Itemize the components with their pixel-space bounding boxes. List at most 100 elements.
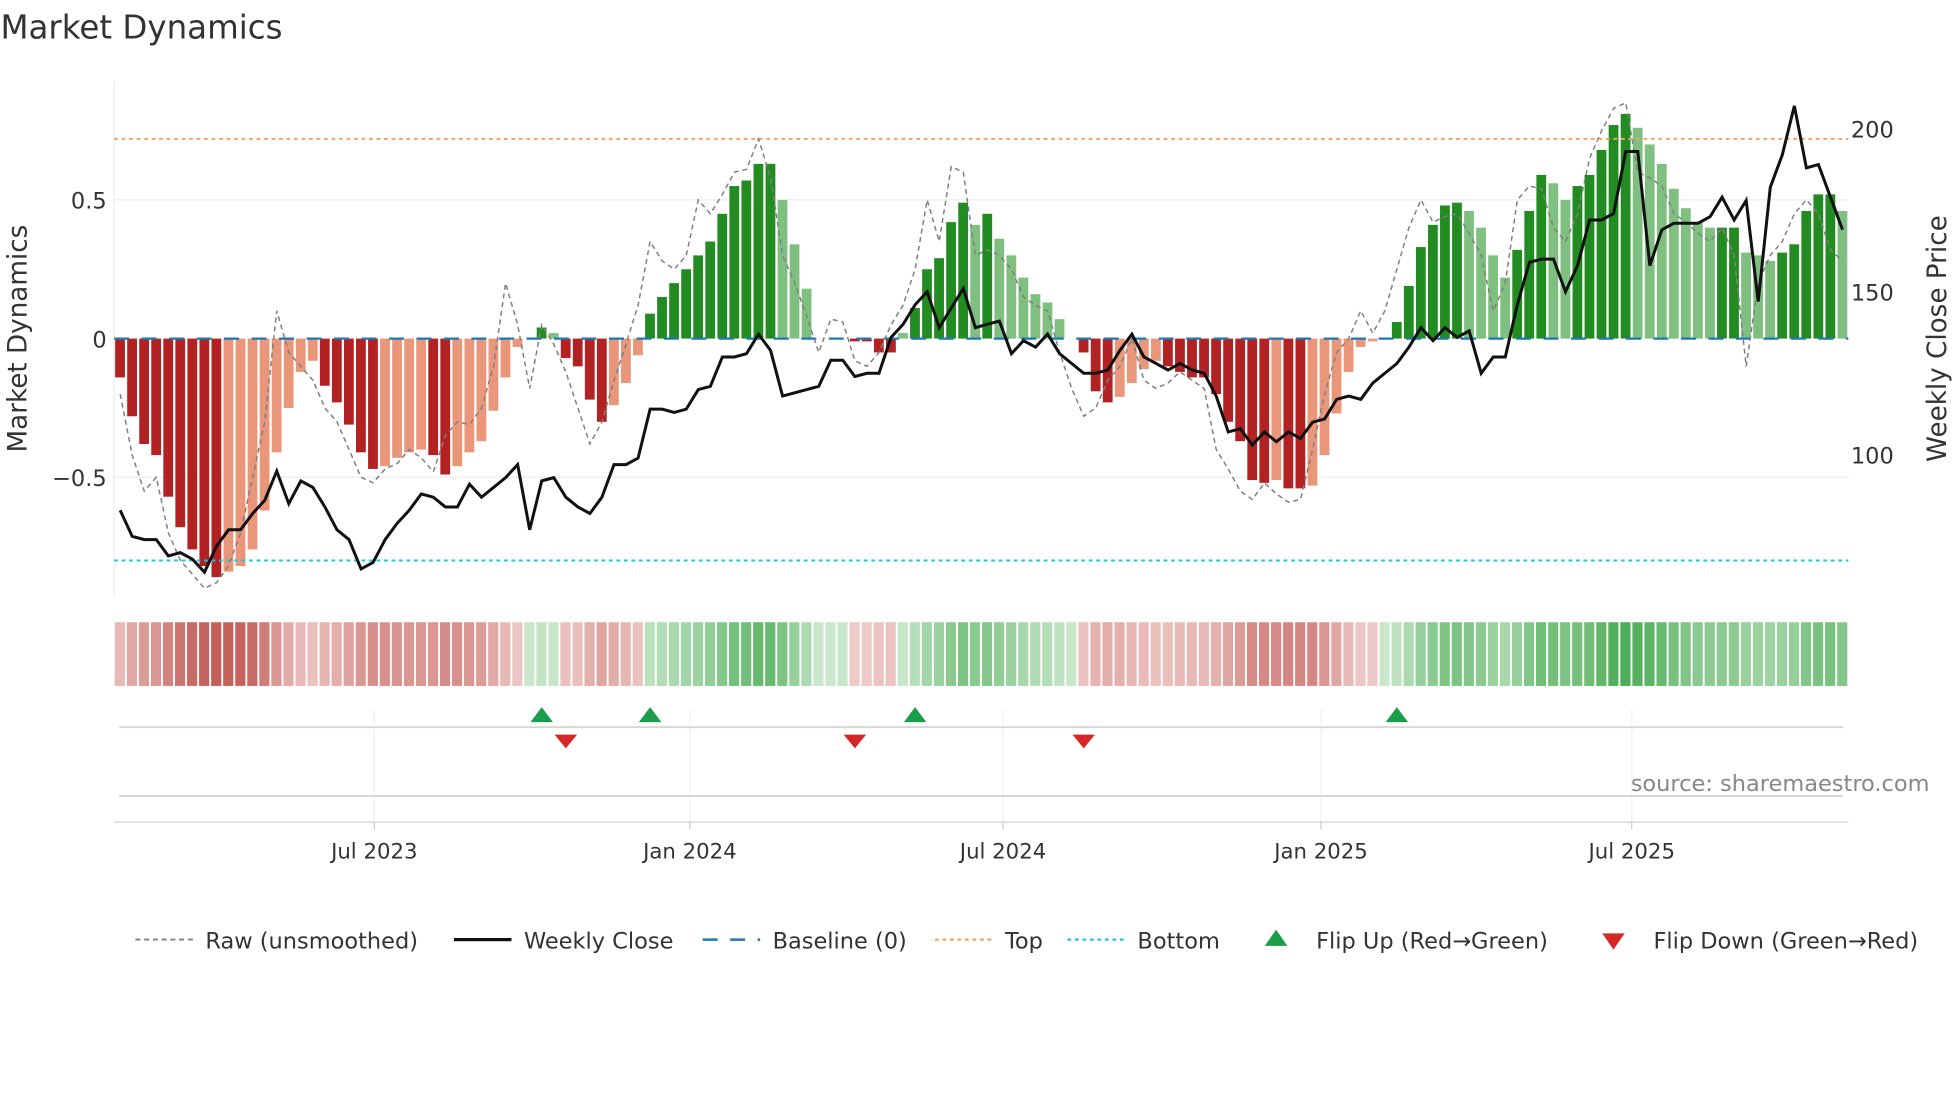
heat-strip-cell xyxy=(439,622,451,686)
heat-strip-cell xyxy=(801,622,812,686)
raw-line xyxy=(119,101,1844,590)
dynamics-bar xyxy=(368,338,378,469)
flip-down-marker xyxy=(1072,734,1095,749)
heat-strip-cell xyxy=(1343,622,1354,686)
dynamics-bar xyxy=(753,163,764,339)
dynamics-bar xyxy=(572,338,583,367)
heat-strip-cell xyxy=(500,622,511,686)
dynamics-bar xyxy=(1452,202,1462,339)
heat-strip-cell xyxy=(1584,622,1595,686)
heat-strip-cell xyxy=(584,622,595,686)
heat-strip-cell xyxy=(1801,622,1812,686)
legend-label: Weekly Close xyxy=(524,928,673,954)
dynamics-bar xyxy=(319,338,330,386)
heat-strip-cell xyxy=(1090,622,1101,686)
dynamics-bar xyxy=(1235,338,1246,442)
heat-strip-cell xyxy=(825,622,836,686)
dynamics-bar xyxy=(1391,321,1402,339)
heat-strip-cell xyxy=(403,622,415,686)
heat-strip-cell xyxy=(981,622,993,686)
dynamics-bar xyxy=(488,338,499,411)
heat-strip-cell xyxy=(1523,622,1535,686)
legend-label: Top xyxy=(1004,928,1043,954)
dynamics-bar xyxy=(1018,277,1029,339)
heat-strip-cell xyxy=(427,622,439,686)
dynamics-bar xyxy=(151,338,162,456)
dynamics-bar xyxy=(1596,149,1607,339)
heat-strip-cell xyxy=(464,622,475,686)
dynamics-bar xyxy=(705,241,716,339)
dynamics-bar xyxy=(163,338,174,497)
heat-strip-cell xyxy=(560,622,571,686)
heat-strip-cell xyxy=(1391,622,1402,686)
dynamics-bar xyxy=(1211,338,1221,395)
heat-strip-cell xyxy=(199,622,210,686)
heat-strip-cell xyxy=(536,622,547,686)
heat-strip-cell xyxy=(656,622,667,686)
dynamics-bar xyxy=(500,338,511,378)
dynamics-bar xyxy=(1259,338,1270,483)
heat-strip-cell xyxy=(1367,622,1378,686)
heat-strip-cell xyxy=(1644,622,1655,686)
market-dynamics-chart: Market Dynamics Market Dynamics Weekly C… xyxy=(0,9,1952,955)
dynamics-bar xyxy=(1427,224,1438,339)
dynamics-bar xyxy=(1150,338,1161,361)
dynamics-bar xyxy=(1006,255,1017,339)
dynamics-bar xyxy=(1476,227,1486,339)
dynamics-bar xyxy=(235,338,246,567)
heat-strip-cell xyxy=(1560,622,1571,686)
heat-strip-cell xyxy=(933,622,944,686)
dynamics-bar xyxy=(1668,188,1679,339)
dynamics-bar xyxy=(476,338,487,442)
legend-label: Baseline (0) xyxy=(773,928,907,954)
heat-strip-cell xyxy=(837,622,848,686)
dynamics-bar xyxy=(1789,244,1800,339)
heat-strip-cell xyxy=(1018,622,1029,686)
dynamics-bar xyxy=(1223,338,1234,422)
heat-strip-cell xyxy=(1186,622,1197,686)
flip-up-marker xyxy=(1385,707,1409,723)
heat-strip-cell xyxy=(391,622,402,686)
dynamics-bar xyxy=(380,338,390,467)
heat-strip-cell xyxy=(1511,622,1523,686)
heat-strip-cell xyxy=(271,622,282,686)
dynamics-bar xyxy=(1765,260,1776,339)
dynamics-bar xyxy=(729,186,740,339)
heat-strip-cell xyxy=(1271,622,1282,686)
heat-strip-cell xyxy=(813,622,824,686)
heat-strip-cell xyxy=(1138,622,1149,686)
dynamics-bar xyxy=(1560,199,1571,339)
heat-strip-cell xyxy=(945,622,957,686)
dynamics-bar xyxy=(452,338,463,467)
legend-label: Raw (unsmoothed) xyxy=(205,928,418,954)
heat-strip-cell xyxy=(259,622,270,686)
legend-flip-up-icon xyxy=(1264,929,1288,946)
heat-strip-cell xyxy=(1283,622,1294,686)
dynamics-bar xyxy=(1777,252,1788,339)
heat-strip-cell xyxy=(680,622,692,686)
heat-strip-cell xyxy=(1825,622,1836,686)
heat-strip-cell xyxy=(235,622,246,686)
heat-strip-cell xyxy=(994,622,1005,686)
heat-strip-cell xyxy=(1295,622,1306,686)
heat-strip-cell xyxy=(415,622,427,686)
heat-strip-cell xyxy=(608,622,619,686)
flip-up-marker xyxy=(530,707,553,723)
heat-strip-cell xyxy=(1379,622,1390,686)
dynamics-bar xyxy=(1656,163,1667,339)
dynamics-bar xyxy=(404,338,415,453)
heat-strip-cell xyxy=(704,622,716,686)
x-tick-label: Jul 2023 xyxy=(329,839,417,864)
dynamics-bar xyxy=(765,163,776,339)
heat-strip-cell xyxy=(138,622,150,686)
dynamics-bar xyxy=(1163,338,1173,367)
y-tick-label: −0.5 xyxy=(52,466,107,492)
dynamics-bar xyxy=(1500,277,1511,339)
legend-label: Flip Up (Red→Green) xyxy=(1316,928,1548,954)
heat-strip-cell xyxy=(1680,622,1691,686)
dynamics-bar xyxy=(657,296,667,339)
dynamics-bar xyxy=(645,313,655,339)
heat-strip-cell xyxy=(223,622,234,686)
y-axis-label-left: Market Dynamics xyxy=(4,225,34,453)
flip-up-marker xyxy=(638,707,662,723)
